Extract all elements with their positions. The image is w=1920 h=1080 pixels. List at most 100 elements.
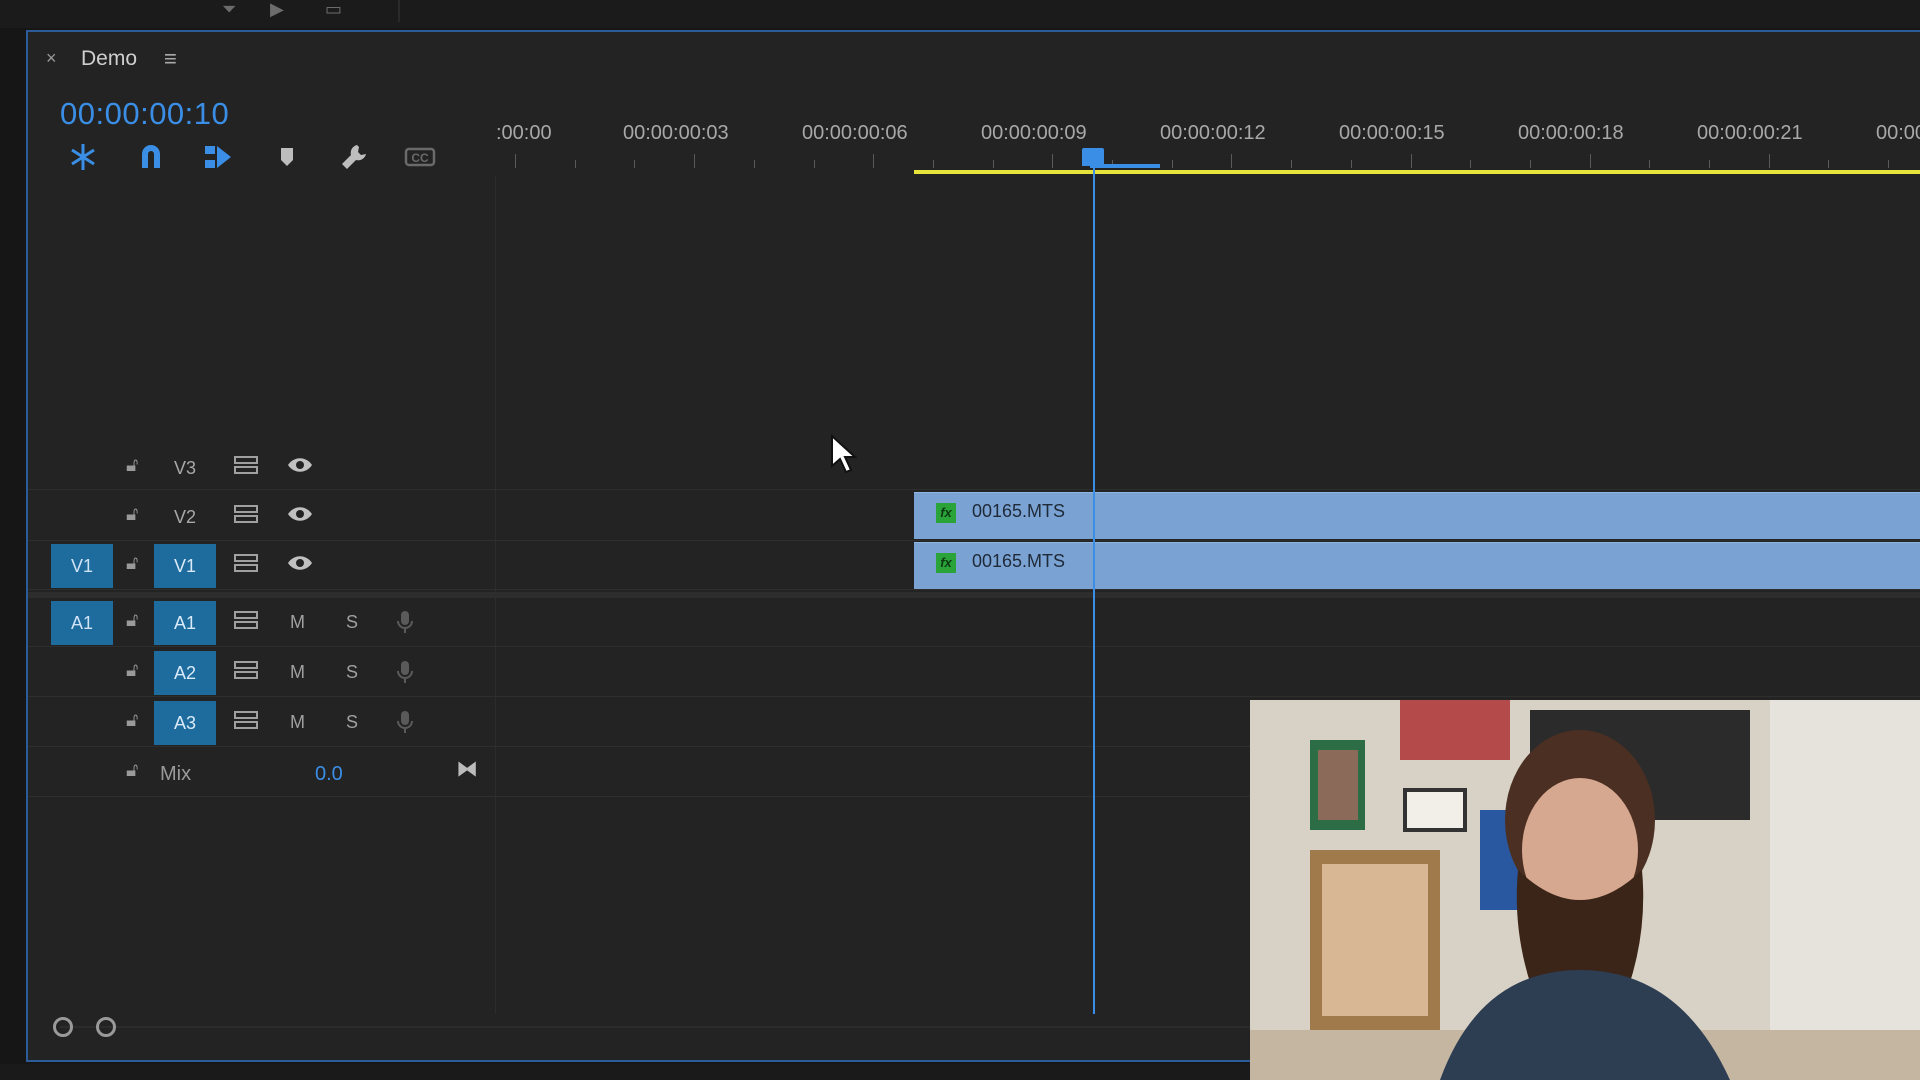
mix-track-label: Mix: [160, 763, 192, 785]
eye-icon[interactable]: [286, 553, 314, 573]
ruler-tick: [1709, 160, 1710, 168]
panel-menu-icon[interactable]: ≡: [164, 46, 177, 72]
target-track-v1[interactable]: V1: [51, 544, 113, 588]
captions-icon[interactable]: CC: [403, 140, 437, 174]
toolbar-divider: [398, 0, 400, 22]
clip-v2[interactable]: fx 00165.MTS: [914, 492, 1920, 539]
camera-icon[interactable]: ▭: [325, 0, 342, 18]
sync-lock-icon[interactable]: [234, 610, 258, 630]
wrench-icon[interactable]: [337, 140, 371, 174]
ruler-tick: [1649, 160, 1651, 168]
ruler-tick: [515, 154, 516, 168]
sequence-tab-title[interactable]: Demo: [81, 47, 137, 71]
timeline-zoom-scrollbar[interactable]: [60, 1026, 1250, 1028]
eye-icon[interactable]: [286, 504, 314, 524]
ruler-label: 00:00:00:03: [623, 122, 729, 144]
source-patch-a1[interactable]: A1: [154, 601, 216, 645]
go-to-next-edit-icon[interactable]: ⧓: [456, 756, 478, 782]
ruler-tick: [1410, 154, 1412, 168]
fx-badge-icon: fx: [936, 553, 956, 573]
ruler-tick: [753, 160, 755, 168]
sync-lock-icon[interactable]: [234, 553, 258, 573]
track-row-v3: 🔓︎ V3: [28, 443, 1920, 490]
ruler-tick: [1589, 154, 1591, 168]
ruler-tick: [813, 160, 815, 168]
ruler-label: 00:00:: [1876, 122, 1920, 144]
close-tab-icon[interactable]: ×: [46, 48, 57, 69]
playhead-line[interactable]: [1093, 160, 1095, 1014]
ruler-label: 00:00:00:21: [1697, 122, 1803, 144]
eye-icon[interactable]: [286, 455, 314, 475]
ruler-tick: [1470, 160, 1472, 168]
clip-v1[interactable]: fx 00165.MTS: [914, 542, 1920, 589]
source-patch-a3[interactable]: A3: [154, 701, 216, 745]
mute-button[interactable]: M: [290, 712, 305, 733]
solo-button[interactable]: S: [346, 662, 358, 683]
source-patch-a2[interactable]: A2: [154, 651, 216, 695]
source-patch-v2[interactable]: V2: [154, 495, 216, 539]
magnet-icon[interactable]: [134, 140, 168, 174]
top-toolbar-strip: ⏷ ▶ ▭: [0, 0, 1920, 28]
sync-lock-icon[interactable]: [234, 504, 258, 524]
mute-button[interactable]: M: [290, 612, 305, 633]
ruler-tick: [992, 160, 994, 168]
linked-selection-icon[interactable]: [201, 140, 235, 174]
insert-snap-icon[interactable]: [66, 140, 100, 174]
in-out-range-bar[interactable]: [914, 170, 1920, 174]
ruler-tick: [1171, 160, 1173, 168]
ruler-tick: [1768, 154, 1770, 168]
clip-name: 00165.MTS: [972, 501, 1066, 521]
lock-icon[interactable]: 🔓︎: [126, 553, 138, 575]
add-marker-icon[interactable]: [270, 140, 304, 174]
time-ruler[interactable]: :00:00 00:00:00:03 00:00:00:06 00:00:00:…: [496, 118, 1920, 174]
ruler-label: 00:00:00:09: [981, 122, 1087, 144]
microphone-icon[interactable]: [396, 660, 414, 684]
lock-icon[interactable]: 🔓︎: [126, 610, 138, 632]
zoom-handle-right[interactable]: [96, 1017, 116, 1037]
track-row-a1: A1 🔓︎ A1 M S: [28, 598, 1920, 647]
work-area-marker: [1090, 164, 1160, 168]
ruler-tick: [634, 160, 636, 168]
zoom-handle-left[interactable]: [53, 1017, 73, 1037]
fx-badge-icon: fx: [936, 503, 956, 523]
ruler-tick: [873, 154, 875, 168]
ruler-tick: [1529, 160, 1531, 168]
ruler-label: 00:00:00:18: [1518, 122, 1624, 144]
ruler-tick: [1052, 154, 1054, 168]
webcam-overlay-image: [1250, 700, 1920, 1080]
mix-volume-value[interactable]: 0.0: [315, 763, 343, 786]
solo-button[interactable]: S: [346, 712, 358, 733]
ruler-tick: [1888, 160, 1890, 168]
ruler-label: 00:00:00:06: [802, 122, 908, 144]
export-frame-icon[interactable]: ▶: [270, 0, 284, 18]
clip-name: 00165.MTS: [972, 551, 1066, 571]
target-track-a1[interactable]: A1: [51, 601, 113, 645]
mute-button[interactable]: M: [290, 662, 305, 683]
playhead-timecode[interactable]: 00:00:00:10: [60, 96, 229, 132]
ruler-label: :00:00: [496, 122, 552, 144]
ruler-tick: [1291, 160, 1293, 168]
source-patch-v3[interactable]: V3: [154, 446, 216, 490]
microphone-icon[interactable]: [396, 610, 414, 634]
mouse-cursor-icon: [831, 434, 858, 474]
source-patch-v1[interactable]: V1: [154, 544, 216, 588]
ruler-tick: [1231, 154, 1233, 168]
ruler-tick: [1350, 160, 1352, 168]
ruler-label: 00:00:00:15: [1339, 122, 1445, 144]
sync-lock-icon[interactable]: [234, 455, 258, 475]
ruler-label: 00:00:00:12: [1160, 122, 1266, 144]
filter-icon[interactable]: ⏷: [222, 0, 236, 18]
microphone-icon[interactable]: [396, 710, 414, 734]
lock-icon[interactable]: 🔓︎: [126, 504, 138, 526]
sync-lock-icon[interactable]: [234, 660, 258, 680]
lock-icon[interactable]: 🔓︎: [126, 455, 138, 477]
solo-button[interactable]: S: [346, 612, 358, 633]
ruler-tick: [1828, 160, 1830, 168]
track-row-a2: 🔓︎ A2 M S: [28, 648, 1920, 697]
ruler-tick: [694, 154, 696, 168]
lock-icon[interactable]: 🔓︎: [126, 660, 138, 682]
lock-icon[interactable]: 🔓︎: [126, 760, 138, 782]
svg-text:CC: CC: [411, 151, 429, 165]
sync-lock-icon[interactable]: [234, 710, 258, 730]
lock-icon[interactable]: 🔓︎: [126, 710, 138, 732]
